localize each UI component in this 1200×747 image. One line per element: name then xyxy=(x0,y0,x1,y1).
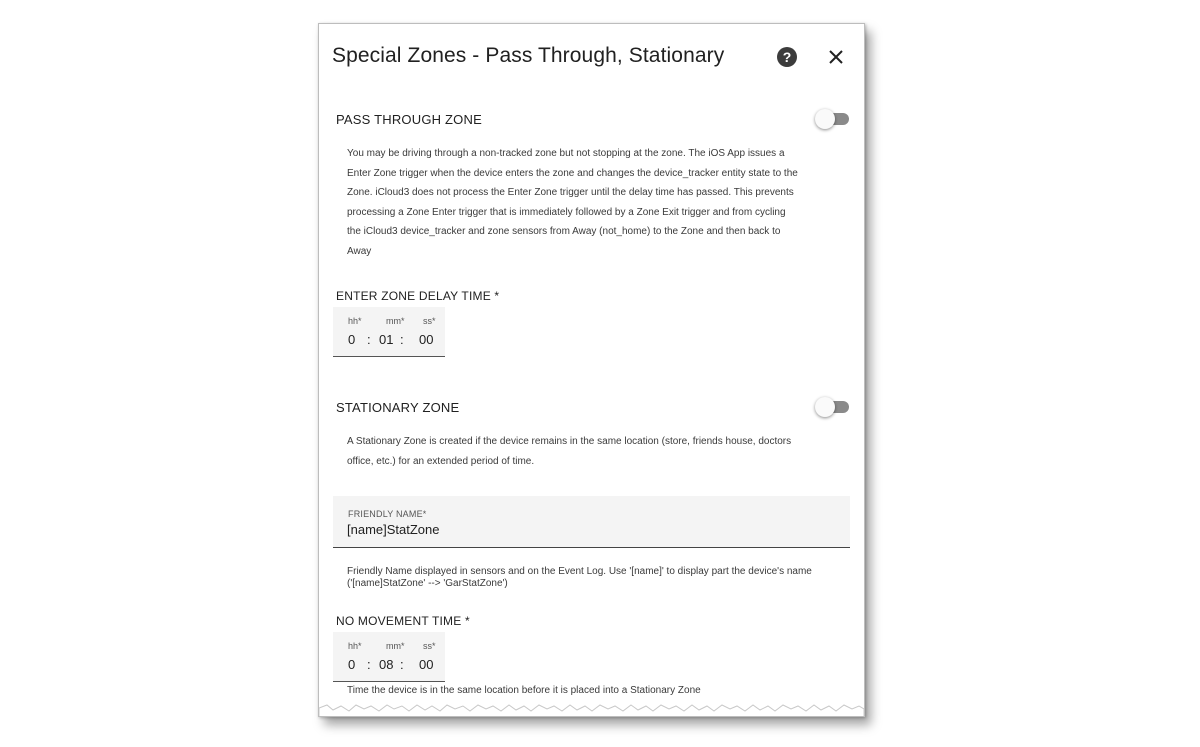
help-icon[interactable]: ? xyxy=(777,47,797,67)
hh-field[interactable]: 0 xyxy=(348,332,355,347)
no-movement-time-label: NO MOVEMENT TIME * xyxy=(336,614,470,628)
mm-label: mm* xyxy=(386,641,405,651)
description-line: A Stationary Zone is created if the devi… xyxy=(347,436,792,447)
help-line: ('[name]StatZone' --> 'GarStatZone') xyxy=(347,578,508,589)
mm-label: mm* xyxy=(386,316,405,326)
time-separator: : xyxy=(400,657,404,672)
description-line: Zone. iCloud3 does not process the Enter… xyxy=(347,187,794,199)
friendly-name-field[interactable]: FRIENDLY NAME* [name]StatZone xyxy=(333,496,850,548)
ss-field[interactable]: 00 xyxy=(419,332,433,347)
ss-field[interactable]: 00 xyxy=(419,657,433,672)
toggle-knob xyxy=(815,397,835,417)
no-movement-help: Time the device is in the same location … xyxy=(347,685,701,696)
no-movement-time-input[interactable]: hh* mm* ss* 0 : 08 : 00 xyxy=(333,632,445,682)
dialog-title: Special Zones - Pass Through, Stationary xyxy=(332,44,725,67)
mm-field[interactable]: 08 xyxy=(379,657,393,672)
pass-through-zone-label: PASS THROUGH ZONE xyxy=(336,112,482,127)
friendly-name-input[interactable]: [name]StatZone xyxy=(347,522,440,537)
description-line: the iCloud3 device_tracker and zone sens… xyxy=(347,226,781,238)
ss-label: ss* xyxy=(423,641,436,651)
hh-field[interactable]: 0 xyxy=(348,657,355,672)
hh-label: hh* xyxy=(348,316,362,326)
description-line: Away xyxy=(347,245,372,257)
description-line: office, etc.) for an extended period of … xyxy=(347,455,535,467)
friendly-name-label: FRIENDLY NAME* xyxy=(348,509,427,519)
mm-field[interactable]: 01 xyxy=(379,332,393,347)
pass-through-zone-toggle[interactable] xyxy=(815,109,851,129)
description-line: processing a Zone Enter trigger that is … xyxy=(347,206,786,218)
time-separator: : xyxy=(367,657,371,672)
ss-label: ss* xyxy=(423,316,436,326)
time-separator: : xyxy=(367,332,371,347)
enter-zone-delay-label: ENTER ZONE DELAY TIME * xyxy=(336,289,500,303)
toggle-knob xyxy=(815,109,835,129)
torn-edge-decoration xyxy=(319,704,864,716)
enter-zone-delay-time-input[interactable]: hh* mm* ss* 0 : 01 : 00 xyxy=(333,307,445,357)
stationary-zone-label: STATIONARY ZONE xyxy=(336,400,460,415)
friendly-name-help: Friendly Name displayed in sensors and o… xyxy=(347,566,835,590)
pass-through-description: You may be driving through a non-tracked… xyxy=(347,144,835,262)
hh-label: hh* xyxy=(348,641,362,651)
time-separator: : xyxy=(400,332,404,347)
stationary-zone-toggle[interactable] xyxy=(815,397,851,417)
description-line: Enter Zone trigger when the device enter… xyxy=(347,167,798,179)
description-line: You may be driving through a non-tracked… xyxy=(347,148,785,159)
close-icon[interactable] xyxy=(825,46,847,68)
stationary-description: A Stationary Zone is created if the devi… xyxy=(347,432,835,471)
special-zones-dialog: Special Zones - Pass Through, Stationary… xyxy=(318,23,865,717)
help-line: Friendly Name displayed in sensors and o… xyxy=(347,566,812,577)
